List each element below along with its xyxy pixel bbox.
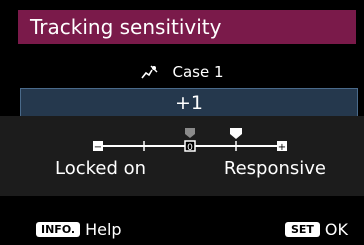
scale-graphic[interactable]: − + 0 [0, 116, 364, 156]
help-label: Help [85, 220, 122, 239]
page-title: Tracking sensitivity [30, 15, 222, 39]
value-text: +1 [174, 92, 203, 114]
ok-label: OK [324, 220, 348, 239]
minus-glyph: − [94, 142, 102, 153]
set-key-icon: SET [284, 222, 320, 237]
current-marker [230, 128, 242, 139]
default-marker [185, 128, 195, 138]
sensitivity-scale[interactable]: − + 0 Locked on Responsive [0, 116, 364, 196]
help-button[interactable]: INFO. Help [36, 220, 122, 239]
plus-glyph: + [278, 142, 286, 153]
ok-button[interactable]: SET OK [284, 220, 348, 239]
responsive-label: Responsive [223, 158, 326, 179]
sensitivity-value[interactable]: +1 [20, 88, 358, 118]
info-key-icon: INFO. [36, 222, 81, 237]
title-bar: Tracking sensitivity [18, 10, 356, 44]
zero-glyph: 0 [187, 143, 193, 153]
footer: INFO. Help SET OK [0, 212, 364, 242]
locked-on-label: Locked on [55, 158, 147, 179]
case-label: Case 1 [172, 63, 224, 81]
case-row: Case 1 [0, 59, 364, 85]
tracking-subject-icon [141, 65, 158, 79]
